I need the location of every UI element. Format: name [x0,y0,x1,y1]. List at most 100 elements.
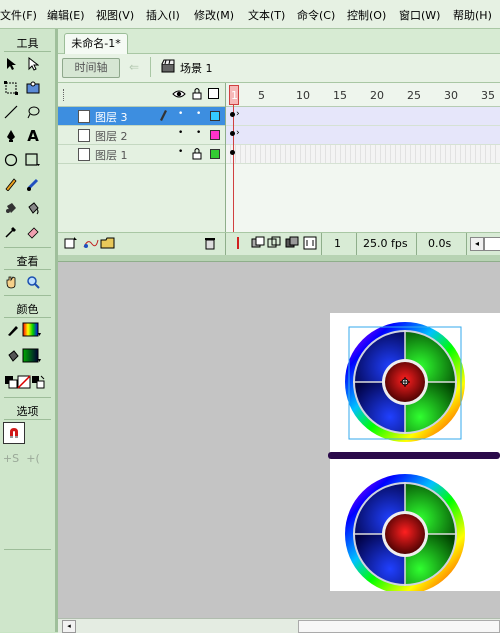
tools-header: 工具 [16,37,39,50]
frame-number: 15 [333,89,347,102]
frame-row[interactable] [226,145,500,164]
menu-text[interactable]: 文本(T) [248,7,285,23]
layer-row[interactable]: 图层 3 • • [58,107,225,126]
horizontal-scrollbar[interactable]: ◂ [58,618,500,633]
keyframe-dot[interactable] [230,112,235,117]
menu-file[interactable]: 文件(F) [0,7,37,23]
frame-row[interactable] [226,107,500,126]
pencil-tool-icon[interactable] [2,175,20,193]
layer-name[interactable]: 图层 1 [95,147,128,163]
keyframe-dot[interactable] [230,150,235,155]
divider [4,397,51,398]
scrollbar-thumb[interactable] [298,620,500,633]
frame-number: 30 [444,89,458,102]
lock-icon[interactable] [192,87,202,103]
menu-edit[interactable]: 编辑(E) [47,7,85,23]
paint-bucket-icon[interactable] [24,199,42,217]
eye-icon[interactable] [172,88,186,103]
keyframe-dot[interactable] [230,131,235,136]
stroke-color-swatch[interactable] [22,321,42,339]
frame-number: 10 [296,89,310,102]
lock-dot[interactable]: • [196,109,201,119]
menu-commands[interactable]: 命令(C) [297,7,335,23]
visibility-dot[interactable]: • [178,128,183,138]
frame-number: 20 [370,89,384,102]
subselect-tool-icon[interactable] [24,55,42,73]
drag-grip[interactable] [63,89,66,101]
menu-modify[interactable]: 修改(M) [194,7,234,23]
smooth-icon: +S [2,451,20,465]
onion-skin-outlines-icon[interactable] [267,236,281,253]
panel-splitter[interactable] [58,255,500,262]
layer-name[interactable]: 图层 3 [95,109,128,125]
document-tab[interactable]: 未命名-1* [64,33,128,54]
divider [4,247,51,248]
brush-tool-icon[interactable] [24,175,42,193]
layer-row[interactable]: 图层 2 • • [58,126,225,145]
lock-dot[interactable]: • [196,128,201,138]
fill-color-swatch[interactable] [22,347,42,365]
lasso-tool-icon[interactable] [24,103,42,121]
delete-layer-icon[interactable] [204,236,216,253]
scene-label[interactable]: 场景 1 [180,60,213,76]
oval-tool-icon[interactable] [2,151,20,169]
tween-arrow-icon: › [236,128,240,138]
color-wheel-bottom[interactable] [345,474,465,594]
swap-colors-icon[interactable] [29,373,47,391]
add-motion-guide-icon[interactable] [82,236,100,253]
zoom-tool-icon[interactable] [24,273,42,291]
scroll-left-icon[interactable]: ◂ [62,620,76,633]
layer-lock-icon[interactable] [192,147,202,163]
rectangle-tool-icon[interactable] [24,151,42,169]
outline-icon[interactable] [208,88,219,99]
menu-window[interactable]: 窗口(W) [399,7,440,23]
elapsed-time-readout: 0.0s [428,237,452,250]
divider [4,549,51,550]
layer-color-swatch[interactable] [210,111,220,121]
eyedropper-icon[interactable] [2,223,20,241]
layer-color-swatch[interactable] [210,149,220,159]
layer-row[interactable]: 图层 1 • [58,145,225,164]
layer-icon [78,110,90,123]
arrow-tool-icon[interactable] [2,55,20,73]
menu-control[interactable]: 控制(O) [347,7,386,23]
snap-magnet-icon[interactable] [3,422,25,444]
edit-multiple-frames-icon[interactable] [285,236,299,253]
layer-name[interactable]: 图层 2 [95,128,128,144]
view-header: 查看 [16,255,39,268]
divider [225,233,226,255]
add-layer-icon[interactable] [64,236,78,253]
frame-row[interactable] [226,126,500,145]
gradient-transform-icon[interactable] [24,79,42,97]
frame-number: 1 [231,89,238,102]
menu-view[interactable]: 视图(V) [96,7,134,23]
divider [4,269,51,270]
onion-skin-icon[interactable] [251,236,265,253]
options-header: 选项 [16,405,39,418]
text-tool-icon[interactable]: A [24,127,42,145]
menu-insert[interactable]: 插入(I) [146,7,180,23]
frame-rate-readout[interactable]: 25.0 fps [363,237,408,250]
ink-bottle-icon[interactable] [2,199,20,217]
visibility-dot[interactable]: • [178,109,183,119]
scroll-left-icon[interactable]: ◂ [470,237,484,251]
frame-ruler[interactable] [226,83,500,107]
center-frame-icon[interactable] [233,236,243,253]
hand-tool-icon[interactable] [2,273,20,291]
back-arrow-icon[interactable]: ⇐ [125,58,143,76]
layer-color-swatch[interactable] [210,130,220,140]
insert-layer-folder-icon[interactable] [100,236,116,253]
line-tool-icon[interactable] [2,103,20,121]
eraser-icon[interactable] [24,223,42,241]
menu-help[interactable]: 帮助(H) [453,7,492,23]
timeline-scrollbar[interactable] [484,237,500,251]
free-transform-icon[interactable] [2,79,20,97]
visibility-dot[interactable]: • [178,147,183,157]
pen-tool-icon[interactable] [2,127,20,145]
frame-number: 25 [407,89,421,102]
modify-onion-markers-icon[interactable] [303,236,317,253]
divider-bar[interactable] [328,452,500,459]
timeline-toggle-button[interactable]: 时间轴 [62,58,120,78]
color-wheel-top[interactable] [345,322,465,442]
playhead-line [233,104,234,250]
